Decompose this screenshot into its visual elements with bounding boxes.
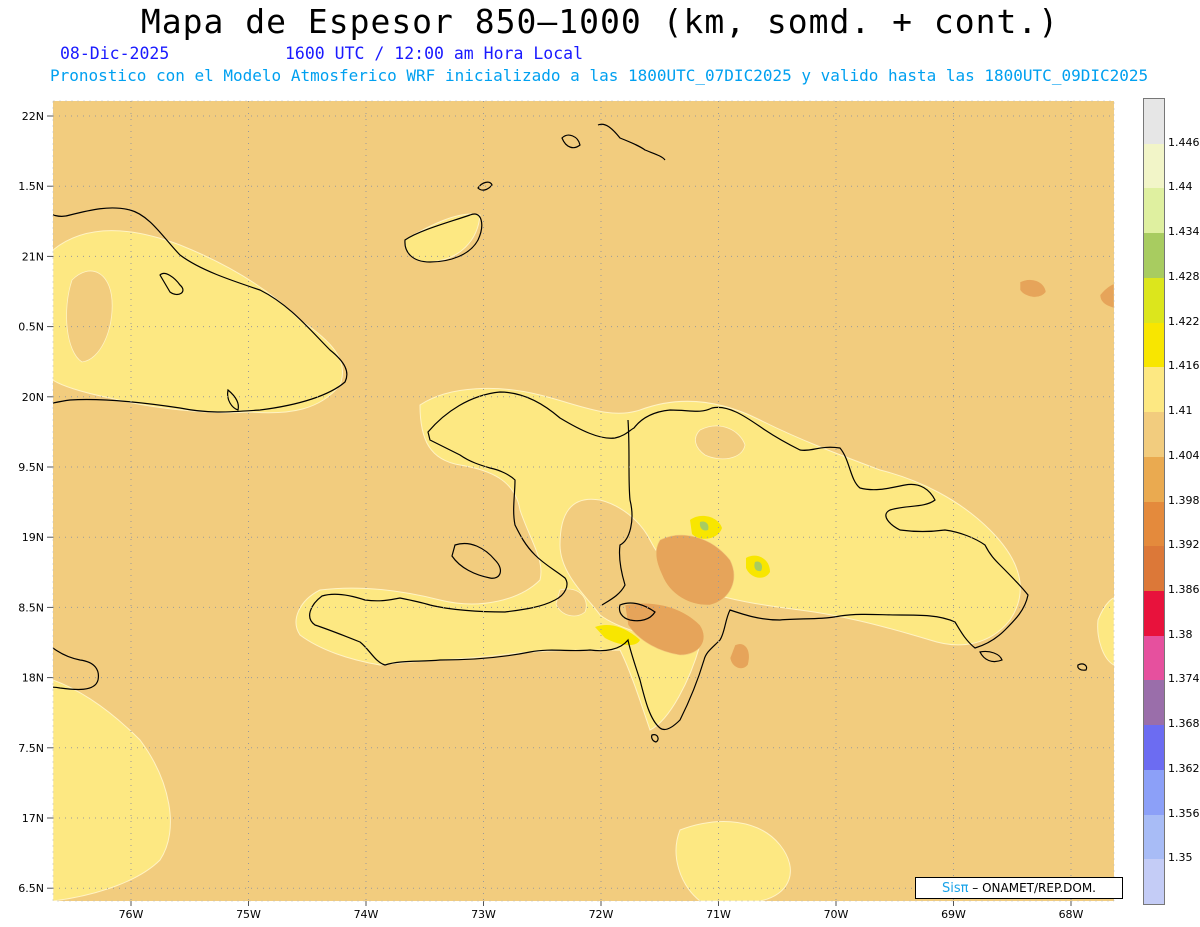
lat-label: 19N — [22, 531, 44, 544]
legend-label: 1.386 — [1168, 582, 1200, 596]
legend-label: 1.422 — [1168, 314, 1200, 328]
legend-swatch — [1144, 143, 1164, 189]
thickness-map: 22N 1.5N 21N 0.5N 20N 9.5N 19N 8.5N 18N 7.5N 17N 6.… — [18, 100, 1115, 921]
legend-label: 1.362 — [1168, 761, 1200, 775]
color-legend — [1143, 98, 1165, 905]
credit-text: – ONAMET/REP.DOM. — [972, 881, 1096, 895]
legend-swatch — [1144, 456, 1164, 502]
legend-label: 1.35 — [1168, 851, 1193, 865]
legend-swatch — [1144, 188, 1164, 234]
legend-swatch — [1144, 590, 1164, 637]
lon-label: 76W — [119, 908, 144, 921]
lon-label: 68W — [1059, 908, 1084, 921]
latitude-labels: 22N 1.5N 21N 0.5N 20N 9.5N 19N 8.5N 18N 7.5N 17N 6.… — [18, 110, 44, 895]
lat-label: 18N — [22, 672, 44, 685]
lat-label: 0.5N — [18, 321, 44, 334]
lon-label: 70W — [824, 908, 849, 921]
legend-label: 1.416 — [1168, 359, 1200, 373]
legend-label: 1.356 — [1168, 806, 1200, 820]
legend-label: 1.38 — [1168, 627, 1193, 641]
lat-label: 9.5N — [18, 461, 44, 474]
legend-label: 1.41 — [1168, 404, 1193, 418]
lon-label: 74W — [354, 908, 379, 921]
legend-label: 1.398 — [1168, 493, 1200, 507]
legend-swatch — [1144, 322, 1164, 368]
lon-label: 71W — [706, 908, 731, 921]
map-background — [53, 101, 1114, 901]
lat-label: 21N — [22, 250, 44, 263]
legend-label: 1.374 — [1168, 672, 1200, 686]
legend-swatch — [1144, 412, 1164, 458]
lat-label: 22N — [22, 110, 44, 123]
legend-swatch — [1144, 725, 1164, 771]
lon-label: 75W — [236, 908, 261, 921]
legend-swatch — [1144, 635, 1164, 681]
lat-label: 8.5N — [18, 601, 44, 614]
lat-label: 1.5N — [18, 180, 44, 193]
lon-label: 69W — [941, 908, 966, 921]
legend-swatch — [1144, 814, 1164, 860]
lat-label: 6.5N — [18, 882, 44, 895]
longitude-labels: 76W 75W 74W 73W 72W 71W 70W 69W 68W — [119, 908, 1084, 921]
legend-label: 1.392 — [1168, 538, 1200, 552]
legend-label: 1.44 — [1168, 180, 1193, 194]
lat-label: 17N — [22, 812, 44, 825]
lat-label: 20N — [22, 391, 44, 404]
credit-brand: Sisπ — [941, 881, 969, 896]
legend-swatch — [1144, 546, 1164, 592]
lon-label: 72W — [589, 908, 614, 921]
legend-swatch — [1144, 859, 1164, 905]
lon-label: 73W — [471, 908, 496, 921]
legend-label: 1.446 — [1168, 135, 1200, 149]
legend-swatch — [1144, 233, 1164, 279]
legend-label: 1.404 — [1168, 448, 1200, 462]
legend-label: 1.428 — [1168, 269, 1200, 283]
legend-label: 1.434 — [1168, 225, 1200, 239]
legend-label: 1.368 — [1168, 717, 1200, 731]
legend-swatch — [1144, 501, 1164, 547]
legend-swatch — [1144, 367, 1164, 413]
legend-swatch — [1144, 680, 1164, 726]
lat-label: 7.5N — [18, 742, 44, 755]
credit-box: Sisπ – ONAMET/REP.DOM. — [915, 877, 1123, 899]
legend-swatch — [1144, 769, 1164, 816]
legend-swatch — [1144, 277, 1164, 324]
legend-swatch — [1144, 99, 1164, 145]
